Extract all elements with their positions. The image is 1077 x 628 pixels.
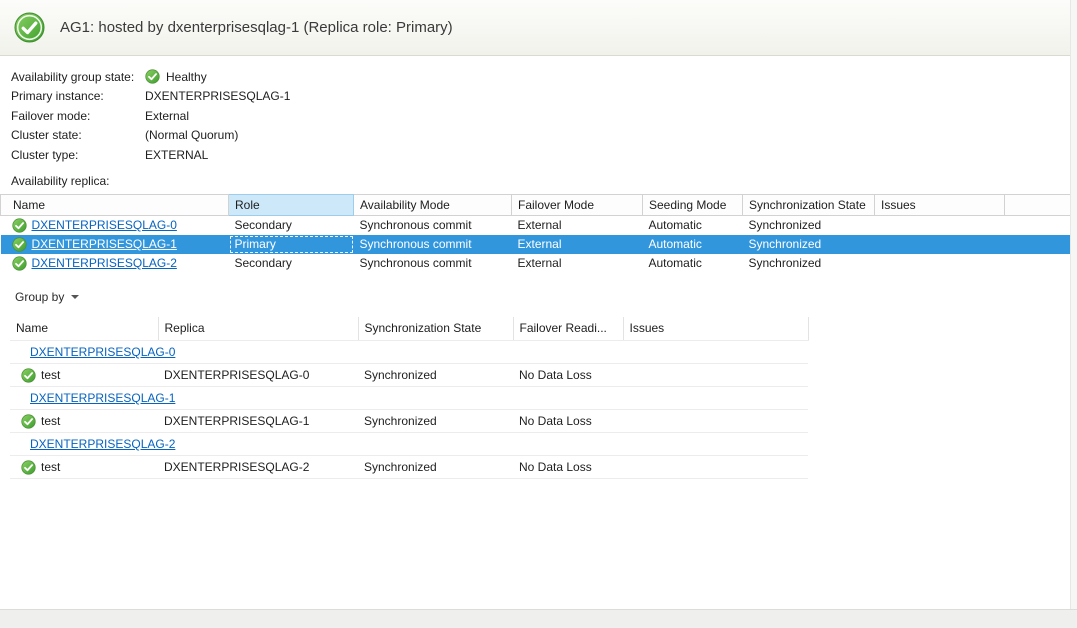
database-issues-cell — [623, 410, 808, 433]
column-header-issues[interactable]: Issues — [875, 194, 1005, 215]
replica-availability-mode-cell: Synchronous commit — [354, 215, 512, 235]
column-header-role[interactable]: Role — [229, 194, 354, 215]
dashboard-header: AG1: hosted by dxenterprisesqlag-1 (Repl… — [0, 0, 1077, 56]
replica-availability-mode-cell: Synchronous commit — [354, 235, 512, 254]
page-title: AG1: hosted by dxenterprisesqlag-1 (Repl… — [60, 19, 453, 36]
replica-name-link[interactable]: DXENTERPRISESQLAG-2 — [32, 256, 177, 270]
replica-failover-mode-cell: External — [512, 254, 643, 273]
database-name: test — [41, 460, 60, 474]
availability-replica-section-label: Availability replica: — [11, 174, 1077, 188]
healthy-status-icon — [14, 12, 45, 43]
database-failover-readiness-cell: No Data Loss — [513, 364, 623, 387]
group-replica-link[interactable]: DXENTERPRISESQLAG-2 — [30, 437, 175, 451]
replica-row-1-selected[interactable]: DXENTERPRISESQLAG-1 Primary Synchronous … — [1, 235, 1077, 254]
column-header-filler — [1005, 194, 1077, 215]
healthy-check-icon — [145, 69, 160, 84]
group-by-dropdown[interactable]: Group by — [11, 288, 83, 306]
replica-availability-mode-cell: Synchronous commit — [354, 254, 512, 273]
vertical-scrollbar[interactable] — [1070, 0, 1077, 609]
healthy-check-icon — [12, 218, 27, 233]
database-name: test — [41, 368, 60, 382]
replicas-header-row: Name Role Availability Mode Failover Mod… — [1, 194, 1077, 215]
replica-sync-state-cell: Synchronized — [743, 215, 875, 235]
summary-row-group-state: Availability group state: Healthy — [11, 67, 1077, 87]
replica-seeding-mode-cell: Automatic — [643, 215, 743, 235]
summary-label: Availability group state: — [11, 70, 145, 84]
database-failover-readiness-cell: No Data Loss — [513, 410, 623, 433]
group-replica-link[interactable]: DXENTERPRISESQLAG-1 — [30, 391, 175, 405]
summary-value: (Normal Quorum) — [145, 128, 238, 142]
database-sync-state-cell: Synchronized — [358, 364, 513, 387]
replica-seeding-mode-cell: Automatic — [643, 235, 743, 254]
database-issues-cell — [623, 364, 808, 387]
replica-role-cell: Secondary — [229, 254, 354, 273]
database-replica-cell: DXENTERPRISESQLAG-1 — [158, 410, 358, 433]
column-header-replica[interactable]: Replica — [158, 317, 358, 341]
database-replica-cell: DXENTERPRISESQLAG-0 — [158, 364, 358, 387]
summary-row-cluster-state: Cluster state: (Normal Quorum) — [11, 126, 1077, 146]
summary-label: Cluster state: — [11, 128, 145, 142]
replica-role-cell: Secondary — [229, 215, 354, 235]
column-header-seeding-mode[interactable]: Seeding Mode — [643, 194, 743, 215]
summary-value: DXENTERPRISESQLAG-1 — [145, 89, 290, 103]
database-sync-state-cell: Synchronized — [358, 410, 513, 433]
database-group-row-2[interactable]: DXENTERPRISESQLAG-2 — [10, 433, 808, 456]
replica-issues-cell — [875, 215, 1005, 235]
replica-failover-mode-cell: External — [512, 235, 643, 254]
database-sync-state-cell: Synchronized — [358, 456, 513, 479]
horizontal-scrollbar[interactable] — [0, 609, 1077, 628]
summary-row-failover-mode: Failover mode: External — [11, 106, 1077, 126]
database-name: test — [41, 414, 60, 428]
column-header-issues[interactable]: Issues — [623, 317, 808, 341]
column-header-synchronization-state[interactable]: Synchronization State — [358, 317, 513, 341]
replica-row-0[interactable]: DXENTERPRISESQLAG-0 Secondary Synchronou… — [1, 215, 1077, 235]
replica-sync-state-cell: Synchronized — [743, 235, 875, 254]
healthy-check-icon — [12, 256, 27, 271]
database-row[interactable]: test DXENTERPRISESQLAG-1 Synchronized No… — [10, 410, 808, 433]
summary-value: EXTERNAL — [145, 148, 208, 162]
replica-role-cell: Primary — [229, 235, 354, 254]
database-issues-cell — [623, 456, 808, 479]
availability-replicas-table: Name Role Availability Mode Failover Mod… — [0, 194, 1077, 273]
database-row[interactable]: test DXENTERPRISESQLAG-2 Synchronized No… — [10, 456, 808, 479]
column-header-availability-mode[interactable]: Availability Mode — [354, 194, 512, 215]
group-by-label: Group by — [15, 290, 64, 304]
replica-issues-cell — [875, 235, 1005, 254]
replica-name-link[interactable]: DXENTERPRISESQLAG-0 — [32, 218, 177, 232]
column-header-name[interactable]: Name — [10, 317, 158, 341]
summary-label: Failover mode: — [11, 109, 145, 123]
replica-issues-cell — [875, 254, 1005, 273]
replica-name-link[interactable]: DXENTERPRISESQLAG-1 — [32, 237, 177, 251]
healthy-check-icon — [21, 414, 36, 429]
replica-failover-mode-cell: External — [512, 215, 643, 235]
healthy-check-icon — [12, 237, 27, 252]
summary-label: Primary instance: — [11, 89, 145, 103]
summary-value: External — [145, 109, 189, 123]
healthy-check-icon — [21, 460, 36, 475]
ag-summary: Availability group state: Healthy Primar… — [0, 56, 1077, 165]
chevron-down-icon — [71, 295, 79, 299]
database-group-row-0[interactable]: DXENTERPRISESQLAG-0 — [10, 341, 808, 364]
availability-group-dashboard: AG1: hosted by dxenterprisesqlag-1 (Repl… — [0, 0, 1077, 628]
database-group-row-1[interactable]: DXENTERPRISESQLAG-1 — [10, 387, 808, 410]
group-replica-link[interactable]: DXENTERPRISESQLAG-0 — [30, 345, 175, 359]
database-failover-readiness-cell: No Data Loss — [513, 456, 623, 479]
replica-sync-state-cell: Synchronized — [743, 254, 875, 273]
databases-header-row: Name Replica Synchronization State Failo… — [10, 317, 808, 341]
column-header-failover-mode[interactable]: Failover Mode — [512, 194, 643, 215]
column-header-synchronization-state[interactable]: Synchronization State — [743, 194, 875, 215]
database-row[interactable]: test DXENTERPRISESQLAG-0 Synchronized No… — [10, 364, 808, 387]
column-header-failover-readiness[interactable]: Failover Readi... — [513, 317, 623, 341]
summary-row-primary-instance: Primary instance: DXENTERPRISESQLAG-1 — [11, 87, 1077, 107]
summary-row-cluster-type: Cluster type: EXTERNAL — [11, 145, 1077, 165]
database-replica-cell: DXENTERPRISESQLAG-2 — [158, 456, 358, 479]
column-header-name[interactable]: Name — [1, 194, 229, 215]
summary-value: Healthy — [166, 70, 207, 84]
replica-seeding-mode-cell: Automatic — [643, 254, 743, 273]
summary-label: Cluster type: — [11, 148, 145, 162]
databases-table: Name Replica Synchronization State Failo… — [10, 317, 809, 480]
healthy-check-icon — [21, 368, 36, 383]
replica-row-2[interactable]: DXENTERPRISESQLAG-2 Secondary Synchronou… — [1, 254, 1077, 273]
